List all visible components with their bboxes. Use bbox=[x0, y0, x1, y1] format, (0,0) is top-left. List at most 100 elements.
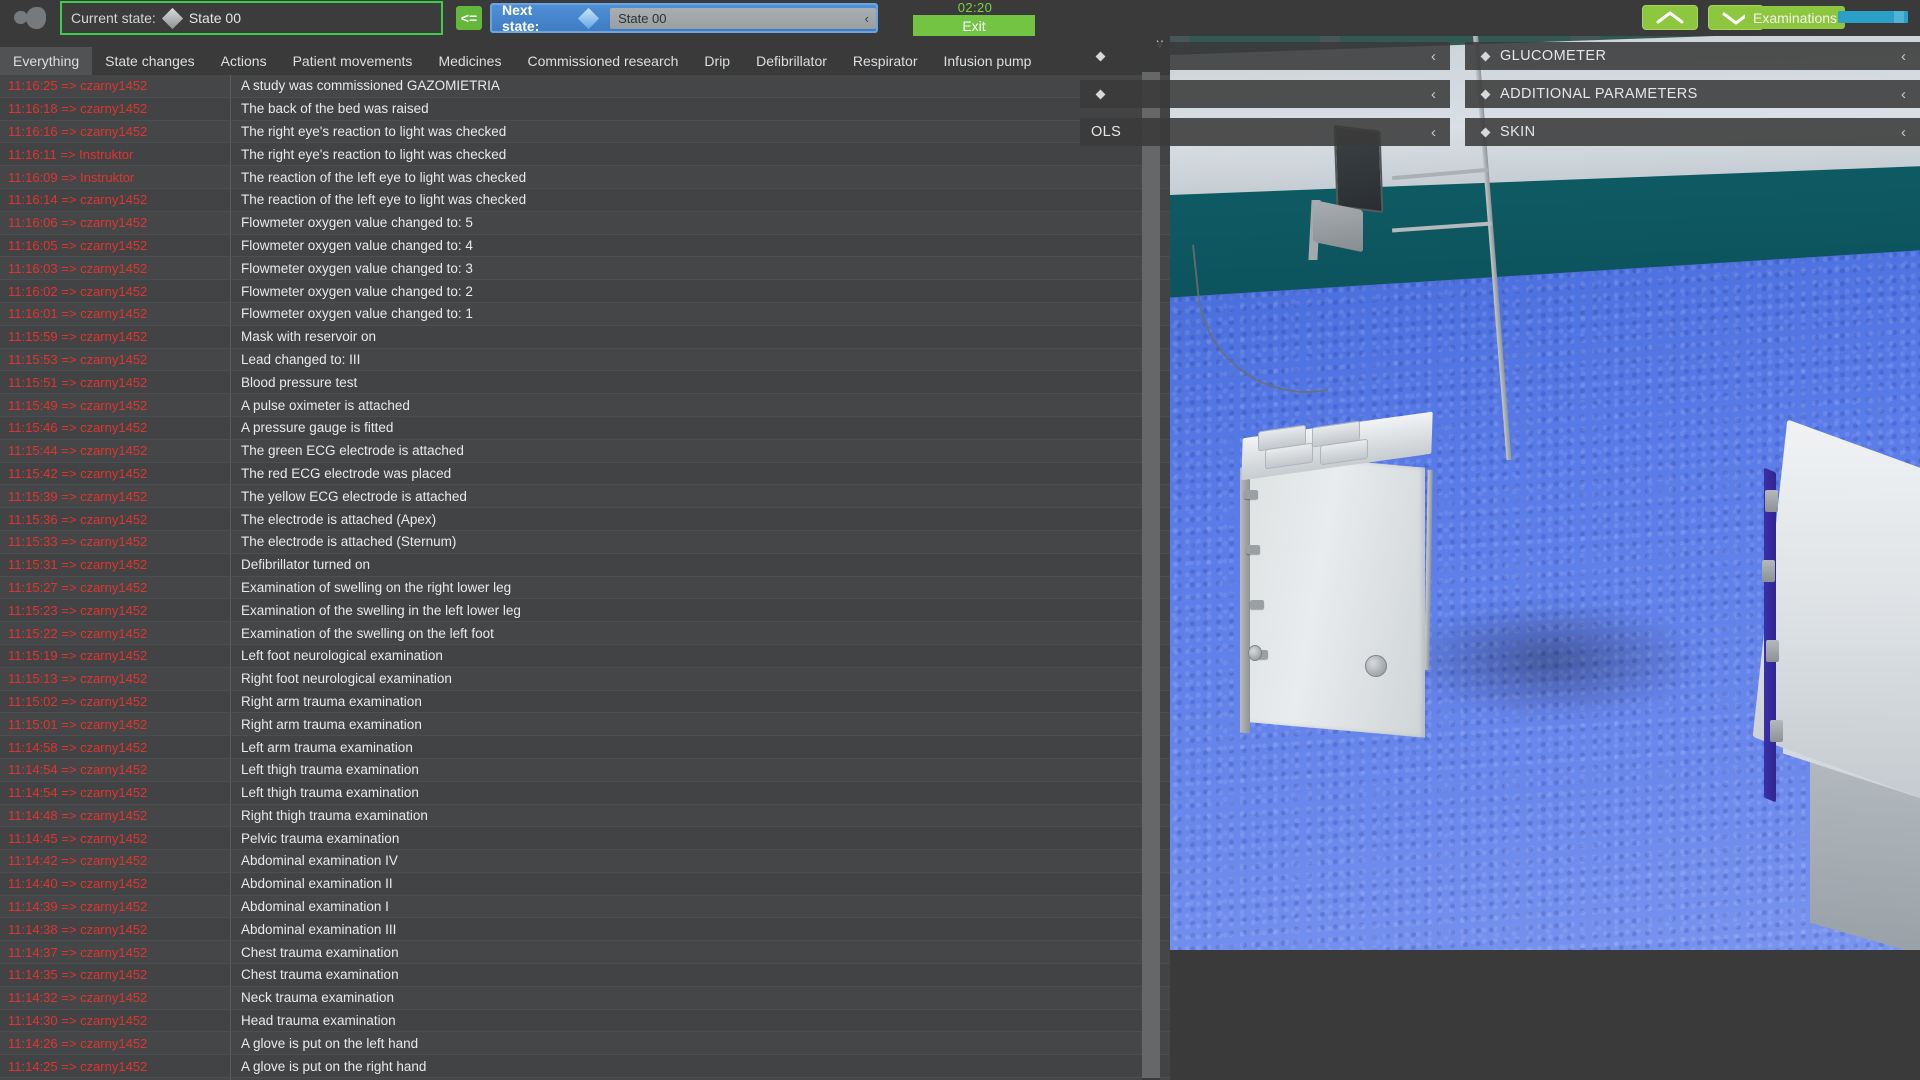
log-timestamp-user: 11:14:48 => czarny1452 bbox=[0, 808, 230, 823]
tab-commissioned-research[interactable]: Commissioned research bbox=[514, 47, 691, 75]
chevron-left-icon[interactable]: ‹ bbox=[1901, 48, 1906, 65]
log-row[interactable]: 11:15:49 => czarny1452A pulse oximeter i… bbox=[0, 394, 1170, 417]
log-row[interactable]: 11:14:39 => czarny1452Abdominal examinat… bbox=[0, 896, 1170, 919]
log-user: czarny1452 bbox=[80, 557, 147, 572]
tab-defibrillator[interactable]: Defibrillator bbox=[743, 47, 840, 75]
log-row[interactable]: 11:16:06 => czarny1452Flowmeter oxygen v… bbox=[0, 212, 1170, 235]
chevron-left-icon[interactable]: ‹ bbox=[1901, 124, 1906, 141]
log-row[interactable]: 11:16:16 => czarny1452The right eye's re… bbox=[0, 121, 1170, 144]
cart-shadow bbox=[1400, 600, 1700, 720]
log-row[interactable]: 11:14:54 => czarny1452Left thigh trauma … bbox=[0, 782, 1170, 805]
log-row[interactable]: 11:15:33 => czarny1452The electrode is a… bbox=[0, 531, 1170, 554]
log-row[interactable]: 11:14:38 => czarny1452Abdominal examinat… bbox=[0, 918, 1170, 941]
slider-knob[interactable] bbox=[1894, 11, 1904, 23]
tab-actions[interactable]: Actions bbox=[208, 47, 280, 75]
log-row[interactable]: 11:15:31 => czarny1452Defibrillator turn… bbox=[0, 554, 1170, 577]
log-timestamp: 11:16:25 bbox=[8, 78, 58, 93]
chevron-left-icon[interactable]: ‹ bbox=[1431, 86, 1436, 103]
log-user: czarny1452 bbox=[80, 580, 147, 595]
log-row[interactable]: 11:16:03 => czarny1452Flowmeter oxygen v… bbox=[0, 257, 1170, 280]
log-row[interactable]: 11:14:48 => czarny1452Right thigh trauma… bbox=[0, 805, 1170, 828]
log-row[interactable]: 11:14:40 => czarny1452Abdominal examinat… bbox=[0, 873, 1170, 896]
panel-header-left-1[interactable]: ‹ bbox=[1080, 42, 1450, 70]
log-row[interactable]: 11:16:02 => czarny1452Flowmeter oxygen v… bbox=[0, 280, 1170, 303]
current-state-box[interactable]: Current state: State 00 bbox=[60, 1, 443, 35]
log-row[interactable]: 11:14:25 => czarny1452A glove is put on … bbox=[0, 1055, 1170, 1078]
log-row[interactable]: 11:14:45 => czarny1452Pelvic trauma exam… bbox=[0, 827, 1170, 850]
log-user: czarny1452 bbox=[80, 534, 147, 549]
next-state-label: Next state: bbox=[502, 2, 571, 34]
log-user: czarny1452 bbox=[80, 899, 147, 914]
cart-drawer-handle bbox=[1244, 490, 1258, 499]
log-row[interactable]: 11:16:25 => czarny1452A study was commis… bbox=[0, 75, 1170, 98]
log-row[interactable]: 11:16:01 => czarny1452Flowmeter oxygen v… bbox=[0, 303, 1170, 326]
chevron-left-icon[interactable]: ‹ bbox=[1901, 86, 1906, 103]
tab-respirator[interactable]: Respirator bbox=[840, 47, 931, 75]
log-user: czarny1452 bbox=[80, 78, 147, 93]
examinations-button[interactable]: Examinations bbox=[1745, 6, 1845, 29]
log-row[interactable]: 11:16:18 => czarny1452The back of the be… bbox=[0, 98, 1170, 121]
log-row[interactable]: 11:14:42 => czarny1452Abdominal examinat… bbox=[0, 850, 1170, 873]
tab-state-changes[interactable]: State changes bbox=[92, 47, 208, 75]
log-row[interactable]: 11:15:53 => czarny1452Lead changed to: I… bbox=[0, 349, 1170, 372]
panel-header-skin[interactable]: SKIN ‹ bbox=[1465, 118, 1920, 146]
log-row[interactable]: 11:14:35 => czarny1452Chest trauma exami… bbox=[0, 964, 1170, 987]
transfer-state-button[interactable]: <= bbox=[456, 6, 482, 30]
log-row[interactable]: 11:14:54 => czarny1452Left thigh trauma … bbox=[0, 759, 1170, 782]
log-row[interactable]: 11:16:09 => InstruktorThe reaction of th… bbox=[0, 166, 1170, 189]
scroll-up-button[interactable] bbox=[1642, 5, 1698, 30]
panel-header-left-2[interactable]: ‹ bbox=[1080, 80, 1450, 108]
log-row[interactable]: 11:15:23 => czarny1452Examination of the… bbox=[0, 599, 1170, 622]
log-arrow-icon: => bbox=[61, 967, 76, 982]
log-row[interactable]: 11:15:51 => czarny1452Blood pressure tes… bbox=[0, 371, 1170, 394]
app-root: Current state: State 00 <= Next state: S… bbox=[0, 0, 1920, 1080]
log-row[interactable]: 11:15:02 => czarny1452Right arm trauma e… bbox=[0, 691, 1170, 714]
chevron-left-icon[interactable]: ‹ bbox=[1431, 124, 1436, 141]
exit-button[interactable]: Exit bbox=[913, 15, 1035, 36]
log-row[interactable]: 11:14:37 => czarny1452Chest trauma exami… bbox=[0, 941, 1170, 964]
medical-cart-body bbox=[1250, 452, 1425, 737]
log-row[interactable]: 11:15:46 => czarny1452A pressure gauge i… bbox=[0, 417, 1170, 440]
log-row[interactable]: 11:16:14 => czarny1452The reaction of th… bbox=[0, 189, 1170, 212]
next-state-box[interactable]: Next state: State 00 ‹ bbox=[490, 3, 878, 33]
log-row[interactable]: 11:16:05 => czarny1452Flowmeter oxygen v… bbox=[0, 235, 1170, 258]
event-log-table[interactable]: 11:16:25 => czarny1452A study was commis… bbox=[0, 75, 1170, 1080]
panel-header-glucometer[interactable]: GLUCOMETER ‹ bbox=[1465, 42, 1920, 70]
log-row[interactable]: 11:15:13 => czarny1452Right foot neurolo… bbox=[0, 668, 1170, 691]
log-scrollbar-thumb[interactable] bbox=[1142, 72, 1160, 1078]
next-state-dropdown[interactable]: State 00 ‹ bbox=[610, 8, 876, 29]
panel-header-tools[interactable]: OLS ‹ bbox=[1080, 118, 1450, 146]
log-message: Flowmeter oxygen value changed to: 4 bbox=[231, 238, 1170, 253]
log-timestamp-user: 11:15:51 => czarny1452 bbox=[0, 375, 230, 390]
tab-drip[interactable]: Drip bbox=[691, 47, 743, 75]
log-row[interactable]: 11:15:59 => czarny1452Mask with reservoi… bbox=[0, 326, 1170, 349]
log-row[interactable]: 11:14:58 => czarny1452Left arm trauma ex… bbox=[0, 736, 1170, 759]
log-row[interactable]: 11:15:22 => czarny1452Examination of the… bbox=[0, 622, 1170, 645]
log-message: The green ECG electrode is attached bbox=[231, 443, 1170, 458]
tab-patient-movements[interactable]: Patient movements bbox=[280, 47, 426, 75]
log-row[interactable]: 11:14:26 => czarny1452A glove is put on … bbox=[0, 1032, 1170, 1055]
log-row[interactable]: 11:14:32 => czarny1452Neck trauma examin… bbox=[0, 987, 1170, 1010]
log-row[interactable]: 11:15:42 => czarny1452The red ECG electr… bbox=[0, 463, 1170, 486]
log-timestamp-user: 11:14:54 => czarny1452 bbox=[0, 785, 230, 800]
panel-header-additional-parameters[interactable]: ADDITIONAL PARAMETERS ‹ bbox=[1465, 80, 1920, 108]
log-row[interactable]: 11:15:36 => czarny1452The electrode is a… bbox=[0, 508, 1170, 531]
log-row[interactable]: 11:15:19 => czarny1452Left foot neurolog… bbox=[0, 645, 1170, 668]
chevron-left-icon[interactable]: ‹ bbox=[1431, 48, 1436, 65]
log-row[interactable]: 11:14:30 => czarny1452Head trauma examin… bbox=[0, 1010, 1170, 1033]
log-message: Right foot neurological examination bbox=[231, 671, 1170, 686]
log-message: The reaction of the left eye to light wa… bbox=[231, 170, 1170, 185]
log-row[interactable]: 11:15:44 => czarny1452The green ECG elec… bbox=[0, 440, 1170, 463]
log-timestamp-user: 11:14:37 => czarny1452 bbox=[0, 945, 230, 960]
log-arrow-icon: => bbox=[61, 124, 76, 139]
examinations-slider[interactable] bbox=[1838, 11, 1908, 23]
tab-medicines[interactable]: Medicines bbox=[425, 47, 514, 75]
log-timestamp-user: 11:15:53 => czarny1452 bbox=[0, 352, 230, 367]
tab-infusion-pump[interactable]: Infusion pump bbox=[931, 47, 1045, 75]
tab-everything[interactable]: Everything bbox=[0, 47, 92, 75]
log-arrow-icon: => bbox=[61, 762, 76, 777]
log-row[interactable]: 11:16:11 => InstruktorThe right eye's re… bbox=[0, 143, 1170, 166]
log-row[interactable]: 11:15:39 => czarny1452The yellow ECG ele… bbox=[0, 485, 1170, 508]
log-row[interactable]: 11:15:01 => czarny1452Right arm trauma e… bbox=[0, 713, 1170, 736]
log-row[interactable]: 11:15:27 => czarny1452Examination of swe… bbox=[0, 577, 1170, 600]
